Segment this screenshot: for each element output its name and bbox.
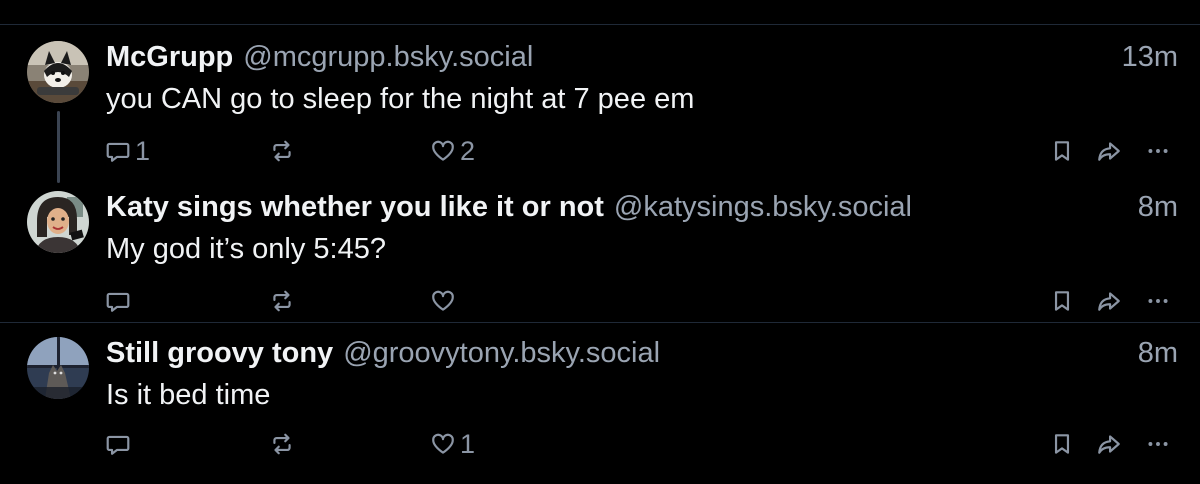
post-actions [105,285,1180,317]
feed-post[interactable]: McGrupp @mcgrupp.bsky.social 13m you CAN… [0,25,1200,183]
avatar[interactable] [27,337,89,399]
post-header: Still groovy tony @groovytony.bsky.socia… [106,337,1178,373]
ellipsis-icon [1148,149,1168,153]
heart-icon [432,433,454,454]
repost-icon [273,433,291,455]
post-header: McGrupp @mcgrupp.bsky.social 13m [106,41,1178,77]
share-arrow-icon [1098,142,1120,161]
repost-button[interactable] [269,135,299,167]
timestamp[interactable]: 8m [1138,191,1178,224]
like-button[interactable]: 1 [430,428,475,460]
reply-count: 1 [135,135,151,166]
share-arrow-icon [1098,435,1120,454]
bookmark-button[interactable] [1049,285,1075,317]
display-name[interactable]: McGrupp [106,41,233,74]
repost-icon [273,140,291,162]
cartoon-woman-avatar-icon [27,191,89,253]
heart-icon [432,290,454,311]
reply-button[interactable]: 1 [105,135,150,167]
bookmark-icon [1054,434,1070,454]
like-button[interactable] [430,285,460,317]
reply-button[interactable] [105,285,135,317]
avatar[interactable] [27,191,89,253]
post-text: Is it bed time [106,379,271,411]
handle[interactable]: @katysings.bsky.social [614,191,912,224]
more-options-button[interactable] [1145,135,1171,167]
share-button[interactable] [1095,285,1123,317]
post-text: My god it’s only 5:45? [106,233,386,265]
timestamp[interactable]: 8m [1138,337,1178,370]
like-count: 1 [460,428,476,459]
display-name[interactable]: Still groovy tony [106,337,333,370]
reply-icon [106,292,130,312]
bookmark-icon [1054,291,1070,311]
reply-icon [106,435,130,455]
bookmark-icon [1054,141,1070,161]
dog-avatar-icon [27,41,89,103]
ellipsis-icon [1148,442,1168,446]
timestamp[interactable]: 13m [1122,41,1178,74]
reply-button[interactable] [105,428,135,460]
heart-icon [432,140,454,161]
display-name[interactable]: Katy sings whether you like it or not [106,191,604,224]
cat-window-avatar-icon [27,337,89,399]
reply-icon [106,142,130,162]
avatar[interactable] [27,41,89,103]
repost-button[interactable] [269,428,299,460]
share-button[interactable] [1095,428,1123,460]
like-count: 2 [460,135,476,166]
post-actions: 1 [105,428,1180,460]
handle[interactable]: @mcgrupp.bsky.social [243,41,533,74]
thread-line [57,111,60,183]
feed-post[interactable]: Still groovy tony @groovytony.bsky.socia… [0,323,1200,483]
more-options-button[interactable] [1145,428,1171,460]
more-options-button[interactable] [1145,285,1171,317]
post-header: Katy sings whether you like it or not @k… [106,191,1178,227]
like-button[interactable]: 2 [430,135,475,167]
post-text: you CAN go to sleep for the night at 7 p… [106,83,695,115]
repost-button[interactable] [269,285,299,317]
handle[interactable]: @groovytony.bsky.social [343,337,660,370]
post-feed: McGrupp @mcgrupp.bsky.social 13m you CAN… [0,24,1200,484]
bookmark-button[interactable] [1049,135,1075,167]
share-button[interactable] [1095,135,1123,167]
post-actions: 1 2 [105,135,1180,167]
share-arrow-icon [1098,292,1120,311]
feed-post[interactable]: Katy sings whether you like it or not @k… [0,175,1200,323]
repost-icon [273,290,291,312]
bookmark-button[interactable] [1049,428,1075,460]
ellipsis-icon [1148,299,1168,303]
